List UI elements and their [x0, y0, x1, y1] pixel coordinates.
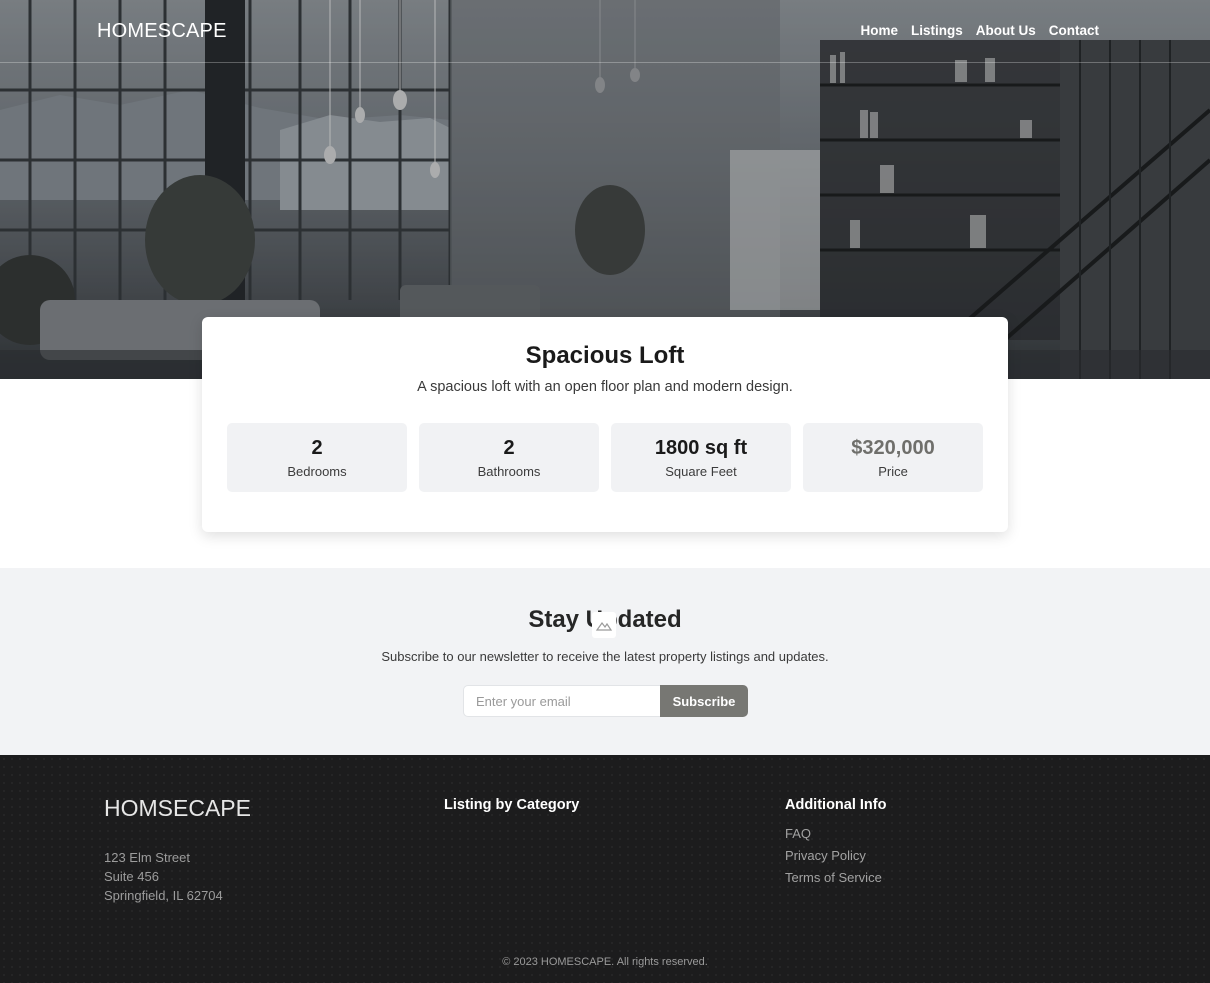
stat-label: Bedrooms: [287, 464, 347, 479]
email-input[interactable]: [463, 685, 660, 717]
stat-price: $320,000 Price: [803, 423, 983, 492]
stat-value: 2: [503, 437, 515, 459]
subscribe-button[interactable]: Subscribe: [660, 685, 748, 717]
stat-value: $320,000: [851, 437, 935, 459]
copyright-text: © 2023 HOMESCAPE. All rights reserved.: [502, 956, 708, 968]
nav-link-listings[interactable]: Listings: [911, 23, 963, 38]
listing-stats: 2 Bedrooms 2 Bathrooms 1800 sq ft Square…: [227, 423, 983, 492]
broken-image-icon: [592, 612, 616, 638]
site-logo[interactable]: HOMESCAPE: [97, 20, 227, 43]
nav-link-about-us[interactable]: About Us: [976, 23, 1036, 38]
footer-link-terms-of-service[interactable]: Terms of Service: [785, 867, 882, 889]
listing-description: A spacious loft with an open floor plan …: [417, 379, 793, 395]
address-line: Springfield, IL 62704: [104, 888, 223, 903]
address-line: Suite 456: [104, 869, 159, 884]
footer-logo: HOMSECAPE: [104, 795, 251, 821]
listing-card: Spacious Loft A spacious loft with an op…: [202, 317, 1008, 532]
stat-value: 2: [311, 437, 323, 459]
footer-link-privacy-policy[interactable]: Privacy Policy: [785, 845, 882, 867]
stat-square-feet: 1800 sq ft Square Feet: [611, 423, 791, 492]
footer-info-links: FAQ Privacy Policy Terms of Service: [785, 823, 882, 889]
newsletter-form: Subscribe: [463, 685, 748, 717]
listing-title: Spacious Loft: [525, 342, 685, 369]
stat-label: Bathrooms: [477, 464, 541, 479]
address-line: 123 Elm Street: [104, 850, 190, 865]
top-navigation: HOMESCAPE Home Listings About Us Contact: [0, 0, 1210, 63]
stat-label: Square Feet: [665, 464, 737, 479]
stat-bathrooms: 2 Bathrooms: [419, 423, 599, 492]
stat-bedrooms: 2 Bedrooms: [227, 423, 407, 492]
footer-category-title: Listing by Category: [444, 797, 580, 813]
newsletter-section: Stay Updated Subscribe to our newsletter…: [0, 568, 1210, 755]
footer-link-faq[interactable]: FAQ: [785, 823, 882, 845]
nav-link-contact[interactable]: Contact: [1049, 23, 1099, 38]
stat-label: Price: [878, 464, 908, 479]
newsletter-text: Subscribe to our newsletter to receive t…: [381, 649, 829, 664]
nav-links: Home Listings About Us Contact: [860, 23, 1099, 38]
footer-address: 123 Elm Street Suite 456 Springfield, IL…: [104, 848, 223, 905]
stat-value: 1800 sq ft: [654, 437, 748, 459]
footer: HOMSECAPE 123 Elm Street Suite 456 Sprin…: [0, 755, 1210, 983]
nav-link-home[interactable]: Home: [860, 23, 898, 38]
footer-info-title: Additional Info: [785, 797, 887, 813]
